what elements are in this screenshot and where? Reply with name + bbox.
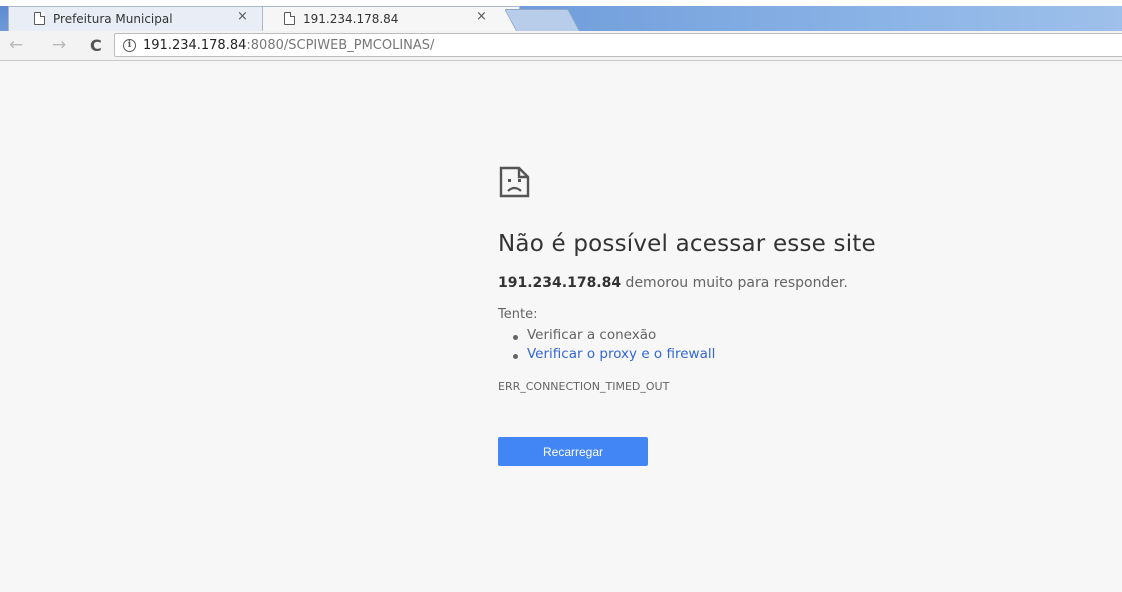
error-host: 191.234.178.84: [498, 275, 622, 291]
tab-title: 191.234.178.84: [303, 11, 399, 26]
url-text[interactable]: 191.234.178.84:8080/SCPIWEB_PMCOLINAS/: [143, 38, 434, 53]
address-bar[interactable]: i 191.234.178.84:8080/SCPIWEB_PMCOLINAS/: [114, 33, 1122, 57]
suggestion-check-connection: Verificar a conexão: [512, 327, 657, 343]
page-icon: [34, 12, 45, 25]
tab-active-content: 191.234.178.84: [284, 6, 398, 31]
error-title: Não é possível acessar esse site: [498, 231, 876, 257]
tab-strip-background: [502, 6, 1122, 31]
url-path: :8080/SCPIWEB_PMCOLINAS/: [246, 37, 435, 53]
tab-prefeitura-content: Prefeitura Municipal: [34, 6, 173, 31]
try-label: Tente:: [498, 307, 538, 322]
new-tab-button[interactable]: [504, 9, 580, 31]
toolbar: ← → C i 191.234.178.84:8080/SCPIWEB_PMCO…: [0, 31, 1122, 61]
reload-icon[interactable]: C: [90, 37, 102, 55]
forward-arrow-icon[interactable]: →: [52, 36, 66, 54]
page-icon: [284, 12, 295, 25]
back-arrow-icon[interactable]: ←: [9, 36, 23, 54]
error-page: Não é possível acessar esse site 191.234…: [0, 62, 1122, 592]
reload-button[interactable]: Recarregar: [498, 437, 648, 466]
suggestion-check-proxy-link[interactable]: Verificar o proxy e o firewall: [512, 346, 715, 362]
tab-strip: Prefeitura Municipal × 191.234.178.84 ×: [0, 0, 1122, 31]
error-description: 191.234.178.84 demorou muito para respon…: [498, 275, 848, 291]
sad-document-icon: [499, 166, 530, 198]
info-icon[interactable]: i: [123, 38, 136, 52]
close-icon[interactable]: ×: [237, 10, 248, 24]
error-code: ERR_CONNECTION_TIMED_OUT: [498, 380, 670, 393]
tab-title: Prefeitura Municipal: [53, 11, 173, 26]
url-host: 191.234.178.84: [143, 37, 247, 53]
error-message: demorou muito para responder.: [621, 275, 848, 291]
close-icon[interactable]: ×: [476, 10, 487, 24]
